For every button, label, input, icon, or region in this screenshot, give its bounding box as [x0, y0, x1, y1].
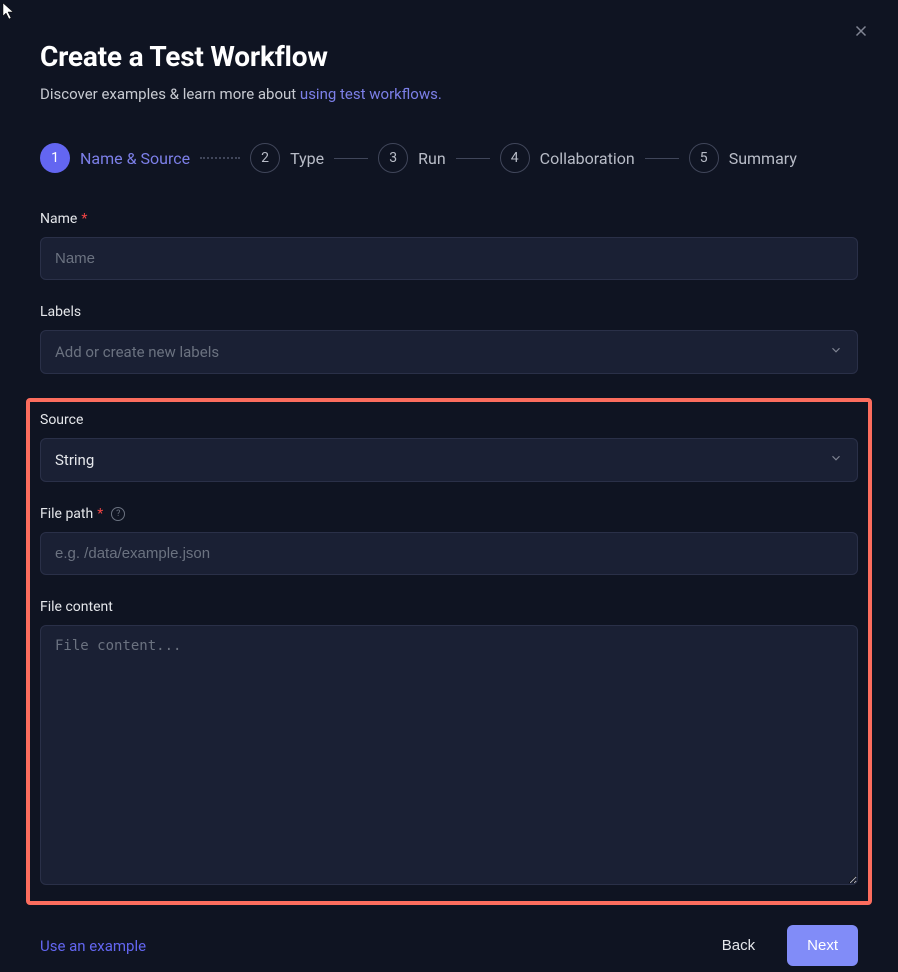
next-button[interactable]: Next — [787, 925, 858, 966]
labels-label: Labels — [40, 304, 858, 320]
filecontent-textarea[interactable] — [40, 625, 858, 885]
step-3-circle: 3 — [378, 143, 408, 173]
step-3[interactable]: 3 Run — [378, 143, 446, 173]
step-connector — [456, 158, 490, 159]
filecontent-field: File content — [40, 599, 858, 889]
step-2-circle: 2 — [250, 143, 280, 173]
stepper: 1 Name & Source 2 Type 3 Run 4 Collabora… — [40, 143, 858, 173]
step-1[interactable]: 1 Name & Source — [40, 143, 190, 173]
close-button[interactable] — [852, 22, 874, 44]
labels-select[interactable]: Add or create new labels — [40, 330, 858, 374]
filecontent-label: File content — [40, 599, 858, 615]
step-2[interactable]: 2 Type — [250, 143, 324, 173]
use-example-link[interactable]: Use an example — [40, 937, 146, 955]
name-field: Name* — [40, 211, 858, 280]
step-connector — [200, 157, 240, 159]
step-4-circle: 4 — [500, 143, 530, 173]
step-1-circle: 1 — [40, 143, 70, 173]
step-4-label: Collaboration — [540, 149, 635, 168]
step-connector — [645, 158, 679, 159]
source-value: String — [55, 451, 94, 469]
step-1-label: Name & Source — [80, 149, 190, 168]
chevron-down-icon — [829, 451, 843, 469]
step-5-circle: 5 — [689, 143, 719, 173]
step-5-label: Summary — [729, 149, 797, 168]
name-label: Name* — [40, 211, 858, 227]
source-select[interactable]: String — [40, 438, 858, 482]
labels-placeholder: Add or create new labels — [55, 343, 219, 361]
step-3-label: Run — [418, 149, 446, 168]
labels-field: Labels Add or create new labels — [40, 304, 858, 374]
chevron-down-icon — [829, 343, 843, 361]
source-highlight-region: Source String File path * ? File content — [26, 398, 872, 905]
modal-title: Create a Test Workflow — [40, 40, 858, 73]
step-4[interactable]: 4 Collaboration — [500, 143, 635, 173]
back-button[interactable]: Back — [710, 927, 767, 964]
source-field: Source String — [40, 412, 858, 482]
docs-link[interactable]: using test workflows. — [300, 85, 442, 103]
cursor-icon — [2, 2, 16, 20]
modal-subtitle: Discover examples & learn more about usi… — [40, 85, 858, 103]
filepath-field: File path * ? — [40, 506, 858, 575]
filepath-label: File path * ? — [40, 506, 858, 522]
help-icon[interactable]: ? — [111, 507, 125, 521]
filepath-input[interactable] — [40, 532, 858, 575]
modal-footer: Use an example Back Next — [40, 925, 858, 966]
name-input[interactable] — [40, 237, 858, 280]
step-5[interactable]: 5 Summary — [689, 143, 797, 173]
step-connector — [334, 158, 368, 159]
close-icon — [852, 22, 870, 40]
create-workflow-modal: Create a Test Workflow Discover examples… — [0, 0, 898, 972]
source-label: Source — [40, 412, 858, 428]
step-2-label: Type — [290, 149, 324, 168]
